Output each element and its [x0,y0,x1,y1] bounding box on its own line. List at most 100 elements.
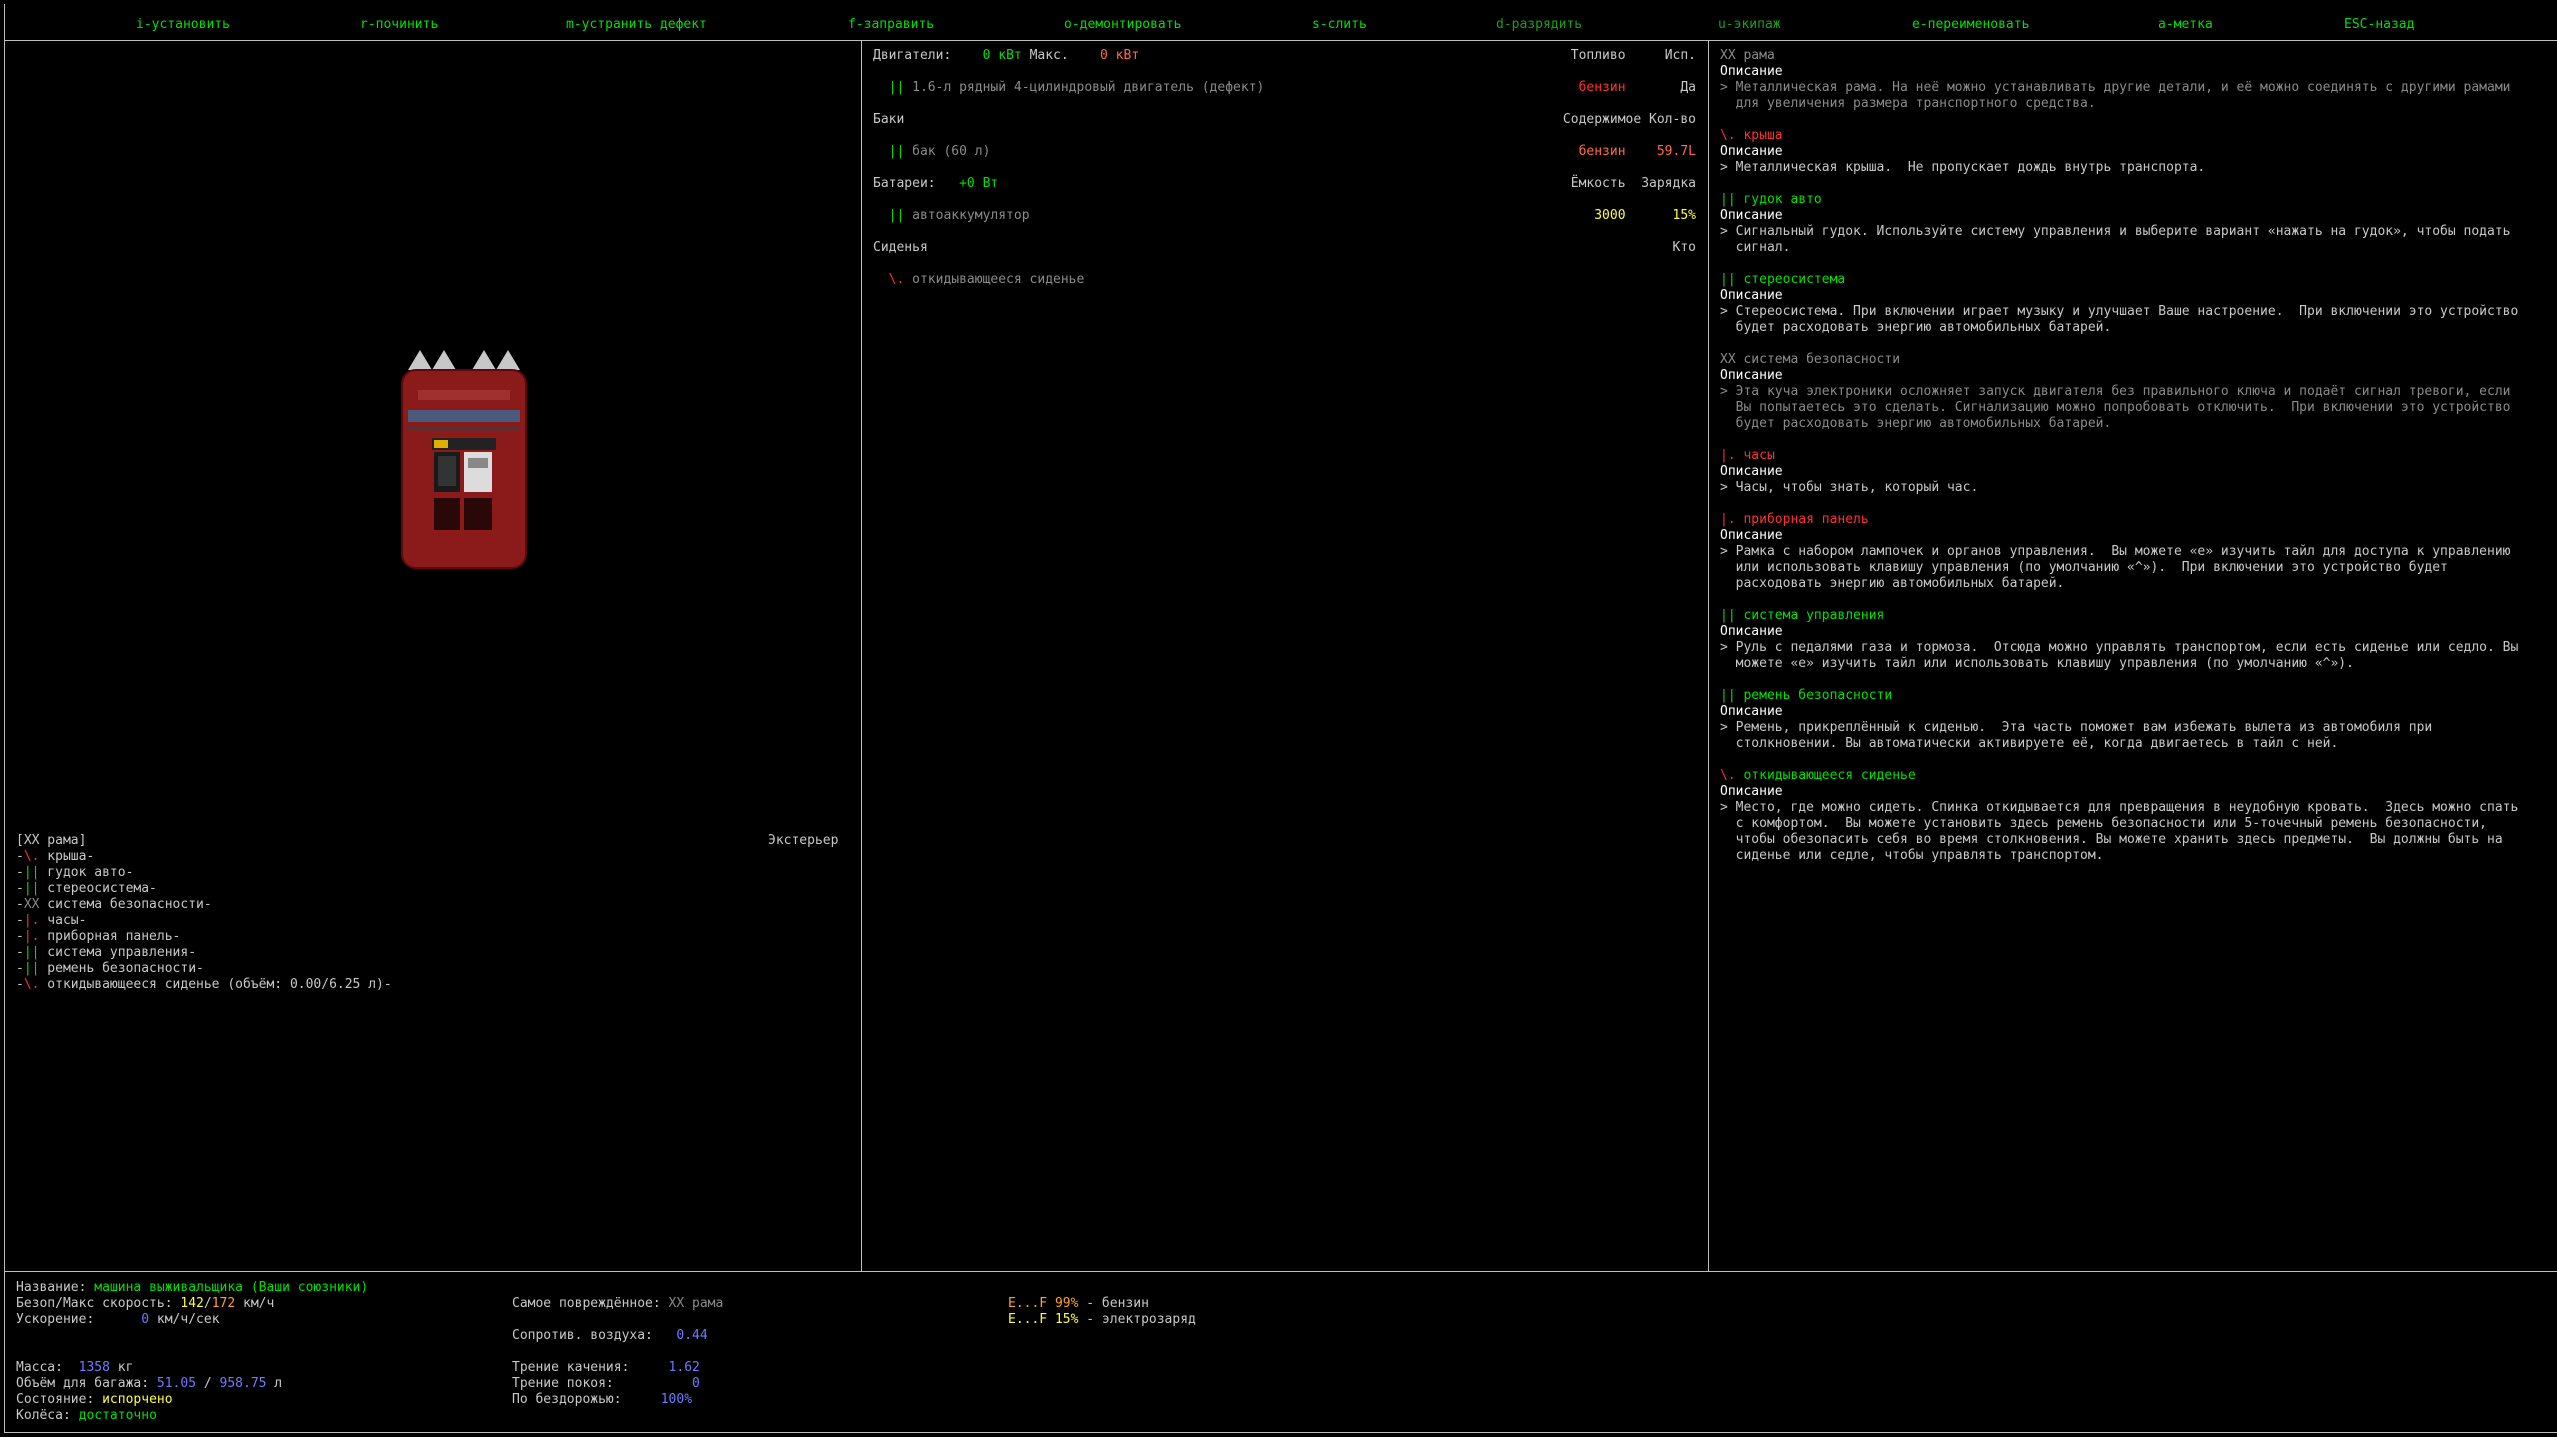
accel-line: Ускорение: 0 км/ч/сек [16,1312,220,1328]
key-action-0[interactable]: i-установить [136,17,230,33]
roll-label: Трение качения: [512,1360,630,1375]
windshield [408,410,520,422]
engines-max: 0 кВт [1100,48,1140,63]
part-prefix: - [16,961,24,976]
cargo-total: 958.75 [219,1376,267,1391]
key-label: починить [375,17,439,32]
part-tree-item[interactable]: -|| ремень безопасности- [16,961,392,977]
part-name: рама [1743,48,1775,63]
part-tree-item[interactable]: -|| система управления- [16,945,392,961]
part-tree-item[interactable]: -|| гудок авто- [16,865,392,881]
key-label: переименовать [1927,17,2030,32]
static-label: Трение покоя: [512,1376,614,1391]
offroad: 100% [660,1392,693,1407]
fuel-gauge: E...F 15% - электрозаряд [1008,1312,1196,1328]
key-action-2[interactable]: m-устранить дефект [566,17,707,33]
vehicle-sprite[interactable] [398,350,530,570]
part-tree-item[interactable]: -|. приборная панель- [16,929,392,945]
part-name: приборная панель [1743,512,1869,527]
roll: 1.62 [668,1360,700,1375]
engine-use: Да [1680,80,1696,95]
key-action-6[interactable]: d-разрядить [1496,17,1582,33]
description-label: Описание [1720,208,1783,223]
vehicle-view-pane [4,40,862,1272]
part-title[interactable]: XX рама [1720,48,2550,64]
mass: 1358 [78,1360,110,1375]
key-action-4[interactable]: o-демонтировать [1064,17,1181,33]
key-label: заправить [863,17,935,32]
col-fuel: Топливо [1570,48,1626,63]
part-prefix: - [16,849,24,864]
fuel-gauge-bar: E...F [1008,1296,1048,1311]
part-title[interactable]: |. приборная панель [1720,512,2550,528]
part-title[interactable]: || гудок авто [1720,192,2550,208]
key-letter: ESC [2344,17,2368,32]
seat-row[interactable]: \. откидывающееся сиденье [873,272,1696,304]
key-action-1[interactable]: r-починить [360,17,438,33]
speed-unit: км/ч [235,1296,275,1311]
part-description-block: \. крыша Описание > Металлическая крыша. Н… [1720,128,2550,176]
part-condition-symbol: \. [1720,768,1736,783]
part-name: стереосистема- [39,881,157,896]
key-sep: - [1319,17,1328,32]
cargo-unit: л [266,1376,283,1391]
part-title[interactable]: |. часы [1720,448,2550,464]
key-label: слить [1327,17,1367,32]
key-action-9[interactable]: a-метка [2158,17,2213,33]
key-letter: f [848,17,856,32]
part-tree-item[interactable]: -|| стереосистема- [16,881,392,897]
key-letter: s [1312,17,1320,32]
description-text: > Ремень, прикреплённый к сиденью. Эта ч… [1720,720,2433,751]
key-action-7[interactable]: u-экипаж [1718,17,1781,33]
part-title[interactable]: \. откидывающееся сиденье [1720,768,2550,784]
part-condition-symbol: || [23,865,40,880]
key-label: разрядить [1511,17,1583,32]
part-tree-item[interactable]: -\. крыша- [16,849,392,865]
cargo-label: Объём для багажа: [16,1376,150,1391]
col-who: Кто [1672,240,1696,255]
spike-right-icon [472,350,520,370]
tank-row[interactable]: || бак (60 л) бензин 59.7L [873,144,1696,176]
part-description-block: XX система безопасности Описание > Эта куч… [1720,352,2550,432]
part-title[interactable]: || система управления [1720,608,2550,624]
parts-descriptions: XX рама Описание > Металлическая рама. На … [1720,48,2550,880]
key-action-3[interactable]: f-заправить [848,17,934,33]
engine-row[interactable]: || 1.6-л рядный 4-цилиндровый двигатель … [873,80,1696,112]
key-sep: - [143,17,152,32]
cargo-sep: / [196,1376,220,1391]
part-description-block: || гудок авто Описание > Сигнальный гудок.… [1720,192,2550,256]
speed-line: Безоп/Макс скорость: 142/172 км/ч [16,1296,274,1312]
part-title[interactable]: \. крыша [1720,128,2550,144]
key-sep: - [1919,17,1928,32]
battery-row[interactable]: || автоаккумулятор 3000 15% [873,208,1696,240]
part-tree-item[interactable]: -|. часы- [16,913,392,929]
part-condition-symbol: || [888,208,905,223]
part-description-block: \. откидывающееся сиденье Описание > Место… [1720,768,2550,864]
key-action-10[interactable]: ESC-назад [2344,17,2414,33]
key-label: назад [2375,17,2415,32]
part-title[interactable]: || ремень безопасности [1720,688,2550,704]
col-amount: Кол-во [1649,112,1696,127]
part-name: система безопасности- [39,897,212,912]
tank-name: бак (60 л) [912,144,991,159]
description-label: Описание [1720,624,1783,639]
part-title[interactable]: XX система безопасности [1720,352,2550,368]
part-name: откидывающееся сиденье (объём: 0.00/6.25… [39,977,392,992]
seat-name: откидывающееся сиденье [912,272,1085,287]
fuel-label: - электрозаряд [1078,1312,1196,1327]
part-tree-item[interactable]: -\. откидывающееся сиденье (объём: 0.00/… [16,977,392,993]
key-letter: a [2158,17,2166,32]
part-title[interactable]: || стереосистема [1720,272,2550,288]
key-action-5[interactable]: s-слить [1312,17,1367,33]
key-action-8[interactable]: e-переименовать [1912,17,2029,33]
key-letter: r [360,17,368,32]
part-name: приборная панель- [39,929,181,944]
part-tree-item[interactable]: -XX система безопасности- [16,897,392,913]
wheels: достаточно [78,1408,157,1423]
tank-content: бензин [1578,144,1626,159]
